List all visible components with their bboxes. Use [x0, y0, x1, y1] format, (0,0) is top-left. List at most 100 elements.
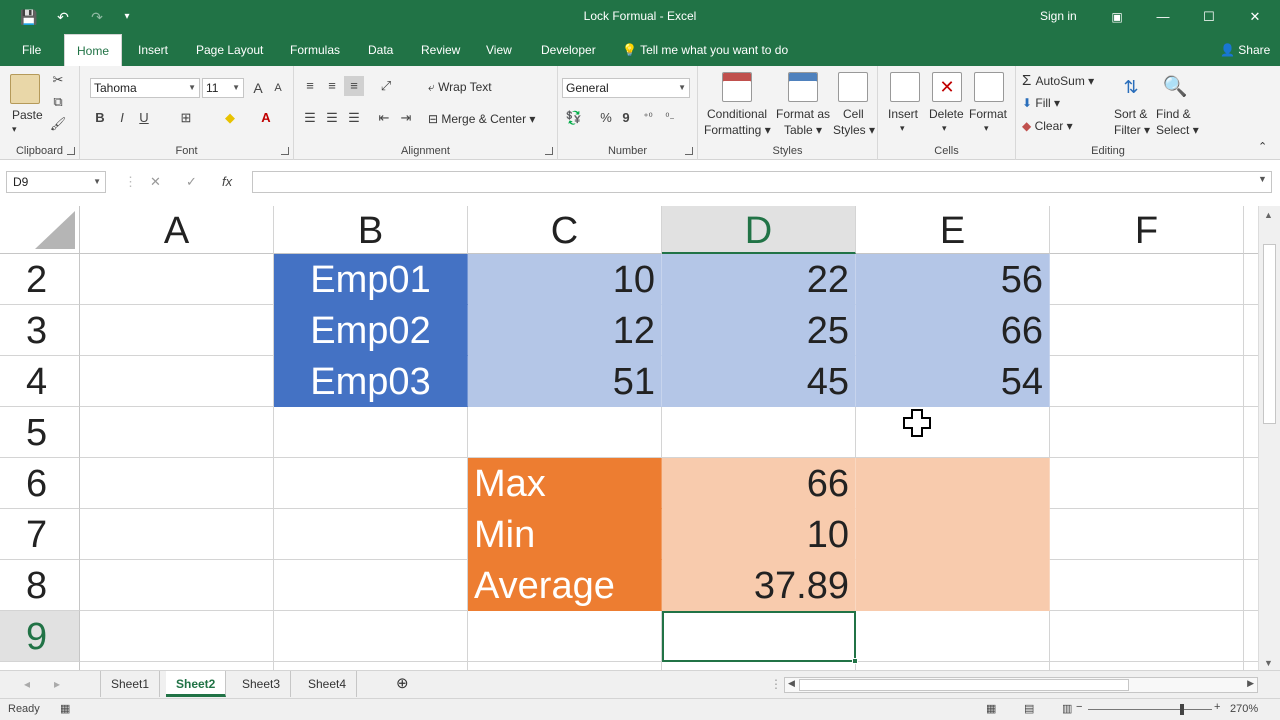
- cell-b7[interactable]: [274, 509, 468, 560]
- accounting-format-icon[interactable]: 💱: [564, 108, 584, 128]
- cell-b8[interactable]: [274, 560, 468, 611]
- tab-formulas[interactable]: Formulas: [282, 34, 348, 66]
- cell-a9[interactable]: [80, 611, 274, 662]
- sheet-tab-sheet3[interactable]: Sheet3: [232, 671, 292, 697]
- column-header-b[interactable]: B: [274, 206, 468, 254]
- cell-b3[interactable]: Emp02: [274, 305, 468, 356]
- cell-d6[interactable]: 66: [662, 458, 856, 509]
- delete-cells-label[interactable]: Delete: [929, 107, 964, 121]
- comma-style-button[interactable]: 9: [616, 108, 636, 128]
- formula-input[interactable]: [252, 171, 1272, 193]
- increase-decimal-icon[interactable]: ⁺⁰: [638, 108, 658, 128]
- percent-button[interactable]: %: [596, 108, 616, 128]
- conditional-formatting-label[interactable]: Conditional: [707, 107, 767, 121]
- italic-button[interactable]: I: [112, 108, 132, 128]
- horizontal-scrollbar[interactable]: ◀ ▶: [784, 677, 1258, 693]
- cell-a10[interactable]: [80, 662, 274, 670]
- close-button[interactable]: ✕: [1232, 4, 1278, 30]
- row-header-10[interactable]: [0, 662, 80, 670]
- align-bottom-icon[interactable]: ≡: [344, 76, 364, 96]
- cell-styles-label-2[interactable]: Styles ▾: [833, 123, 875, 137]
- zoom-out-button[interactable]: −: [1076, 701, 1082, 713]
- cell-f2[interactable]: [1050, 254, 1244, 305]
- collapse-ribbon-icon[interactable]: ⌃: [1258, 140, 1267, 153]
- shrink-font-icon[interactable]: A: [268, 78, 288, 98]
- save-icon[interactable]: 💾: [18, 6, 40, 28]
- format-as-table-label[interactable]: Format as: [776, 107, 830, 121]
- column-header-e[interactable]: E: [856, 206, 1050, 254]
- cell-e8[interactable]: [856, 560, 1050, 611]
- cell-b9[interactable]: [274, 611, 468, 662]
- scroll-down-icon[interactable]: ▼: [1264, 658, 1273, 668]
- cell-b5[interactable]: [274, 407, 468, 458]
- row-header-3[interactable]: 3: [0, 305, 80, 356]
- cell-g7[interactable]: [1244, 509, 1258, 560]
- sheet-tab-sheet4[interactable]: Sheet4: [298, 671, 358, 697]
- decrease-indent-icon[interactable]: ⇤: [374, 108, 394, 128]
- cell-c5[interactable]: [468, 407, 662, 458]
- cell-g2[interactable]: [1244, 254, 1258, 305]
- insert-function-icon[interactable]: fx: [222, 174, 232, 189]
- magnifier-icon[interactable]: 🔍: [1160, 72, 1190, 102]
- cell-g8[interactable]: [1244, 560, 1258, 611]
- page-layout-view-icon[interactable]: ▤: [1024, 702, 1034, 715]
- cut-icon[interactable]: ✂: [48, 70, 68, 90]
- fill-color-icon[interactable]: ◆: [220, 108, 240, 128]
- cell-g10[interactable]: [1244, 662, 1258, 670]
- autosum-button[interactable]: Σ AutoSum ▾: [1022, 72, 1094, 89]
- alignment-launcher-icon[interactable]: [545, 147, 553, 155]
- cell-f5[interactable]: [1050, 407, 1244, 458]
- tab-home[interactable]: Home: [64, 34, 122, 66]
- cell-f3[interactable]: [1050, 305, 1244, 356]
- cell-c4[interactable]: 51: [468, 356, 662, 407]
- font-size-select[interactable]: 11 ▼: [202, 78, 244, 98]
- row-header-8[interactable]: 8: [0, 560, 80, 611]
- row-header-2[interactable]: 2: [0, 254, 80, 305]
- bold-button[interactable]: B: [90, 108, 110, 128]
- column-header-g[interactable]: [1244, 206, 1258, 254]
- cell-e9[interactable]: [856, 611, 1050, 662]
- share-button[interactable]: 👤 Share: [1220, 34, 1270, 66]
- cell-c6[interactable]: Max: [468, 458, 662, 509]
- scroll-sheets-right-icon[interactable]: ▸: [44, 671, 70, 697]
- worksheet-grid[interactable]: A B C D E F 2 3 4 5 6 7 8 9 Emp01 10 22 56 E…: [0, 206, 1258, 670]
- undo-icon[interactable]: ↶: [52, 6, 74, 28]
- align-center-icon[interactable]: ☰: [322, 108, 342, 128]
- orientation-icon[interactable]: ⤢: [376, 76, 396, 96]
- column-header-a[interactable]: A: [80, 206, 274, 254]
- cell-c7[interactable]: Min: [468, 509, 662, 560]
- cell-b6[interactable]: [274, 458, 468, 509]
- vertical-scrollbar[interactable]: ▲ ▼: [1258, 206, 1280, 670]
- fill-handle[interactable]: [852, 658, 858, 664]
- enter-icon[interactable]: ✓: [186, 174, 197, 190]
- cell-e7[interactable]: [856, 509, 1050, 560]
- cell-a8[interactable]: [80, 560, 274, 611]
- sheet-tab-sheet2[interactable]: Sheet2: [166, 671, 227, 697]
- tab-view[interactable]: View: [478, 34, 520, 66]
- cell-a5[interactable]: [80, 407, 274, 458]
- format-as-table-icon[interactable]: [788, 72, 818, 102]
- cell-e5[interactable]: [856, 407, 1050, 458]
- cell-f9[interactable]: [1050, 611, 1244, 662]
- cell-b2[interactable]: Emp01: [274, 254, 468, 305]
- font-color-icon[interactable]: A: [256, 108, 276, 128]
- insert-dropdown-icon[interactable]: ▾: [900, 123, 905, 134]
- cell-a6[interactable]: [80, 458, 274, 509]
- cell-d10[interactable]: [662, 662, 856, 670]
- row-header-4[interactable]: 4: [0, 356, 80, 407]
- row-header-6[interactable]: 6: [0, 458, 80, 509]
- normal-view-icon[interactable]: ▦: [986, 702, 996, 715]
- conditional-formatting-label-2[interactable]: Formatting ▾: [704, 123, 771, 137]
- column-header-c[interactable]: C: [468, 206, 662, 254]
- number-format-select[interactable]: General ▼: [562, 78, 690, 98]
- cell-g9[interactable]: [1244, 611, 1258, 662]
- find-select-label[interactable]: Find &: [1156, 107, 1191, 121]
- paste-dropdown-icon[interactable]: ▾: [12, 124, 17, 135]
- cell-styles-icon[interactable]: [838, 72, 868, 102]
- select-all-button[interactable]: [0, 206, 80, 254]
- merge-center-button[interactable]: ⊟ Merge & Center ▾: [428, 112, 535, 126]
- font-launcher-icon[interactable]: [281, 147, 289, 155]
- page-break-view-icon[interactable]: ▥: [1062, 702, 1072, 715]
- cell-g3[interactable]: [1244, 305, 1258, 356]
- cell-d7[interactable]: 10: [662, 509, 856, 560]
